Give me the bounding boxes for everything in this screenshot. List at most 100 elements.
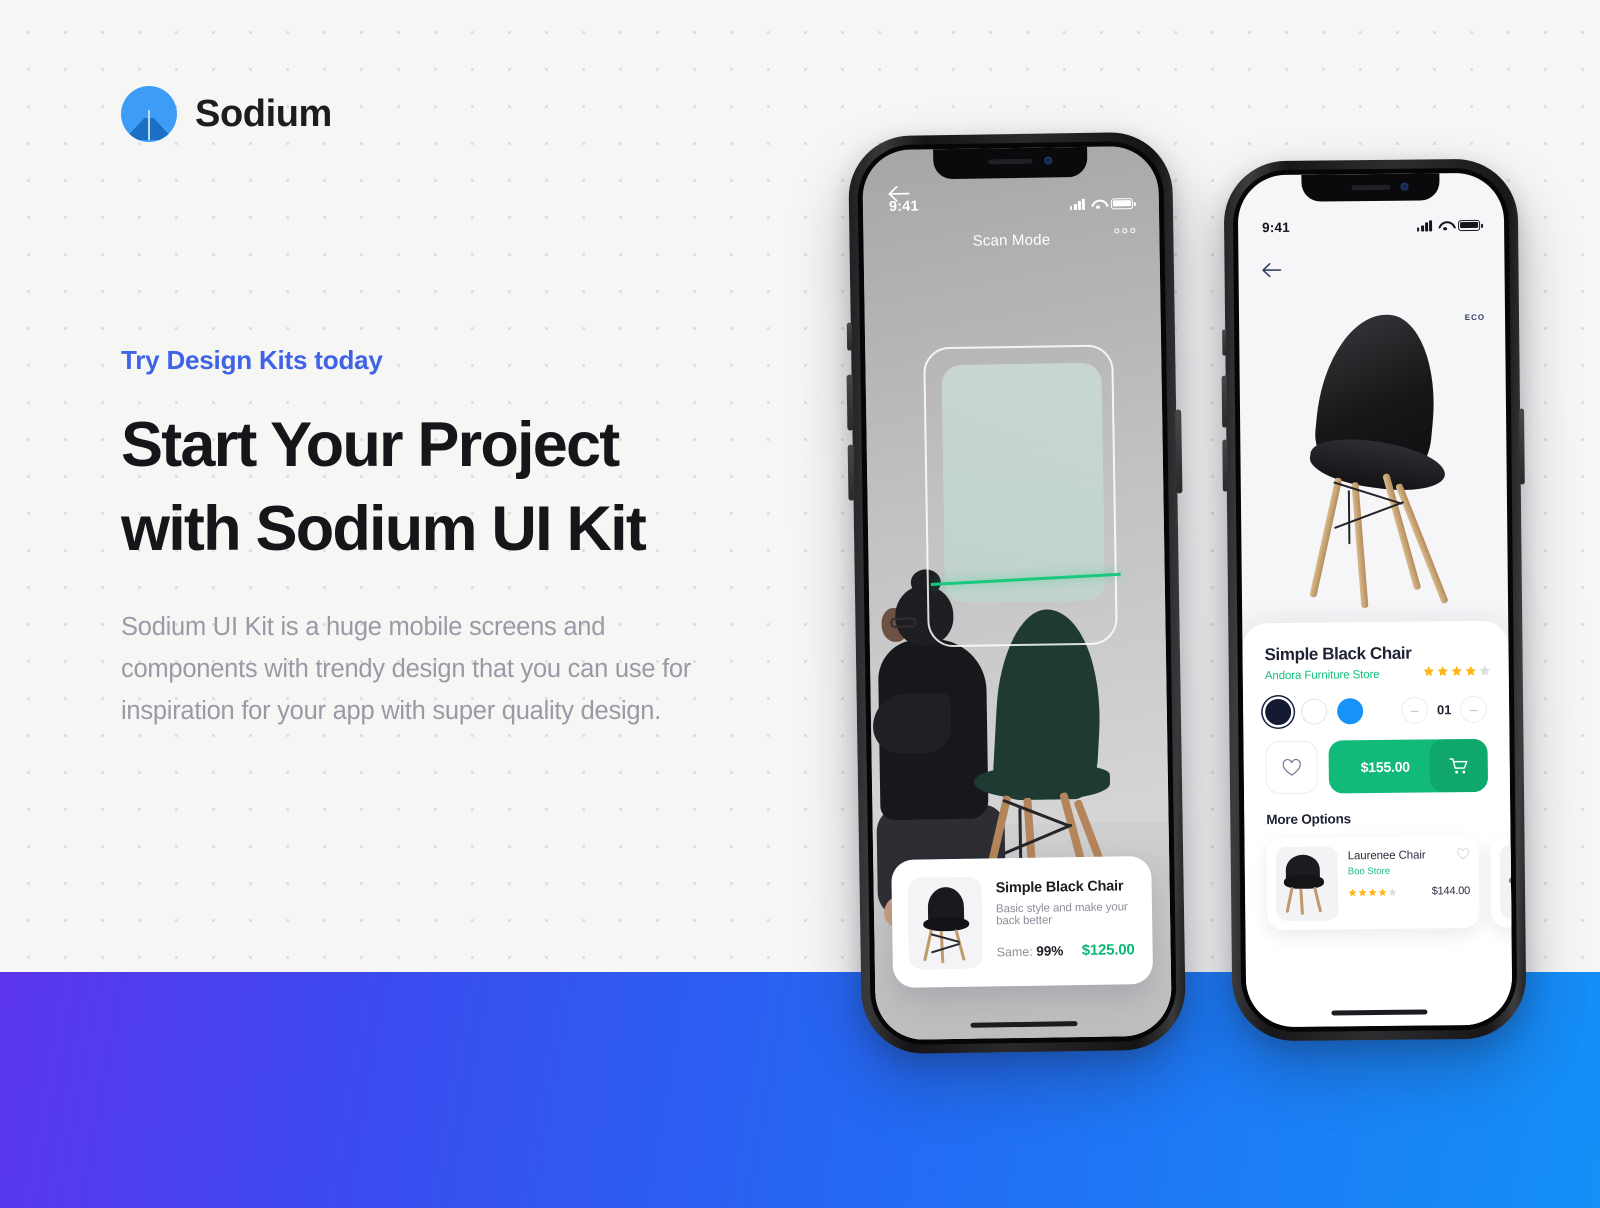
phone1-screen: 9:41 Scan Mode Simple Black Chair Basic … (862, 145, 1172, 1041)
brand-lockup: Sodium (121, 86, 332, 142)
option-thumbnail (1275, 846, 1339, 922)
phone2-power-button[interactable] (1519, 408, 1525, 485)
phone1-notch (933, 146, 1088, 180)
star-icon-filled (1368, 887, 1377, 896)
match-label: Same: (996, 944, 1033, 960)
arrow-left-icon (888, 185, 910, 202)
wifi-icon (1438, 220, 1452, 231)
option-body: Laurenee Chair Boo Store $144.00 (1348, 845, 1471, 920)
phone-product-detail: 9:41 ECO Simple Black Chair Andora Furni… (1221, 158, 1527, 1042)
color-swatch-white[interactable] (1301, 698, 1328, 725)
brand-name: Sodium (195, 92, 332, 135)
chair-thumb-illustration (1500, 844, 1513, 919)
star-icon-filled (1378, 887, 1387, 896)
status-time: 9:41 (1262, 219, 1290, 235)
purchase-row: $155.00 (1265, 738, 1489, 795)
headline-line-1: Start Your Project (121, 410, 620, 480)
result-description: Basic style and make your back better (995, 901, 1128, 928)
signal-bars-icon (1416, 219, 1433, 232)
star-icon-empty (1479, 665, 1490, 676)
quantity-value: 01 (1436, 702, 1452, 718)
poster-stage: Sodium Try Design Kits today Start Your … (0, 0, 1600, 1208)
battery-icon (1458, 219, 1481, 231)
result-title: Simple Black Chair (995, 878, 1124, 897)
star-icon-filled (1437, 665, 1448, 677)
phone1-volume-up[interactable] (846, 374, 854, 431)
product-title: Simple Black Chair (1264, 643, 1412, 665)
list-item[interactable]: Laurenee Chair Boo Store $144.00 (1266, 835, 1480, 931)
back-button[interactable] (1260, 261, 1282, 279)
tent-mountain-icon (121, 86, 177, 142)
phone1-nav-bar: Scan Mode (863, 224, 1160, 273)
product-hero-image (1239, 301, 1508, 634)
arrow-left-icon (1262, 263, 1282, 278)
back-button[interactable] (887, 184, 911, 204)
shopping-cart-icon (1429, 738, 1489, 793)
wishlist-button[interactable] (1265, 740, 1319, 795)
phone2-notch (1301, 173, 1440, 202)
match-percentage: Same: 99% (997, 943, 1064, 959)
phone2-home-indicator[interactable] (1331, 1009, 1428, 1016)
star-icon-filled (1465, 665, 1476, 676)
option-thumbnail (1499, 844, 1513, 919)
phone2-screen: 9:41 ECO Simple Black Chair Andora Furni… (1237, 172, 1513, 1028)
product-options-row: – 01 – (1265, 695, 1488, 725)
star-icon-filled (1348, 888, 1357, 896)
hero-description: Sodium UI Kit is a huge mobile screens a… (121, 613, 692, 726)
option-wishlist-button[interactable] (1457, 847, 1470, 865)
chair-illustration (1288, 308, 1459, 615)
phone2-mute-switch[interactable] (1222, 329, 1227, 356)
eco-badge: ECO (1464, 312, 1486, 323)
scan-result-card[interactable]: Simple Black Chair Basic style and make … (891, 855, 1154, 988)
result-price: $125.00 (1081, 941, 1135, 960)
product-detail-sheet: Simple Black Chair Andora Furniture Stor… (1242, 620, 1513, 1028)
option-footer: $144.00 (1348, 885, 1470, 898)
phone2-volume-up[interactable] (1221, 375, 1228, 428)
add-to-cart-button[interactable]: $155.00 (1328, 738, 1489, 794)
result-thumbnail (907, 876, 983, 970)
wifi-icon (1091, 198, 1105, 209)
hero-eyebrow: Try Design Kits today (121, 345, 383, 375)
phone1-power-button[interactable] (1175, 409, 1183, 494)
earpiece-speaker-icon (1351, 184, 1391, 191)
headline-line-2: with Sodium UI Kit (121, 493, 647, 564)
star-icon-filled (1423, 666, 1434, 677)
color-swatches (1265, 697, 1364, 725)
star-icon-empty (1388, 887, 1397, 896)
quantity-increment-button[interactable]: – (1460, 695, 1488, 724)
match-value: 99% (1036, 943, 1064, 959)
quantity-stepper: – 01 – (1401, 695, 1488, 724)
phone1-volume-down[interactable] (847, 444, 855, 501)
status-icons (1416, 219, 1481, 232)
result-body: Simple Black Chair Basic style and make … (995, 874, 1135, 960)
list-item[interactable] (1490, 835, 1513, 928)
page-title: Start Your Project with Sodium UI Kit (121, 404, 761, 572)
scan-frame-overlay (923, 344, 1118, 648)
front-camera-icon (1399, 182, 1409, 191)
more-options-heading: More Options (1266, 811, 1351, 828)
overflow-menu-button[interactable] (1114, 228, 1136, 234)
phone1-mute-switch[interactable] (846, 322, 853, 351)
option-rating (1348, 887, 1397, 897)
front-camera-icon (1043, 156, 1052, 165)
color-swatch-black[interactable] (1265, 698, 1292, 725)
option-store: Boo Store (1347, 865, 1391, 878)
star-icon-filled (1358, 888, 1367, 896)
option-title: Laurenee Chair (1347, 849, 1426, 863)
phone2-volume-down[interactable] (1222, 439, 1228, 492)
star-icon-filled (1451, 665, 1462, 676)
phone-scan-mode: 9:41 Scan Mode Simple Black Chair Basic … (846, 131, 1187, 1055)
option-price: $144.00 (1431, 885, 1471, 898)
phone-mockups: 9:41 ECO Simple Black Chair Andora Furni… (840, 0, 1600, 1208)
heart-icon (1282, 758, 1301, 776)
signal-bars-icon (1069, 198, 1085, 210)
earpiece-speaker-icon (988, 158, 1032, 165)
result-footer: Same: 99% $125.00 (997, 941, 1135, 960)
status-icons (1069, 197, 1133, 210)
chair-thumb-illustration (1276, 846, 1339, 921)
phone2-status-bar: 9:41 (1238, 215, 1504, 238)
heart-icon (1457, 848, 1470, 860)
quantity-decrement-button[interactable]: – (1401, 696, 1429, 724)
color-swatch-blue[interactable] (1337, 697, 1364, 724)
cart-price: $155.00 (1360, 758, 1410, 775)
